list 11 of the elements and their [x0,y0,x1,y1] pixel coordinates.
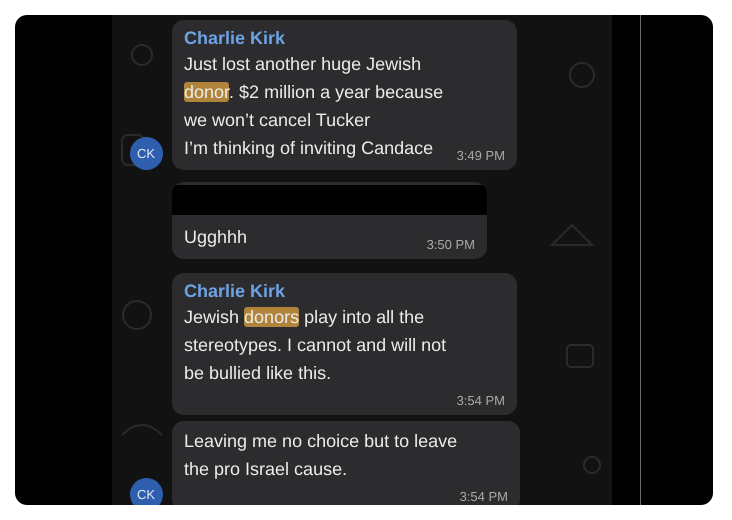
message-text: Jewish donors play into all the stereotypes. I cannot and will not be bullied like this. [184,306,446,385]
message-time: 3:49 PM [456,147,505,165]
sender-name: Charlie Kirk [184,280,286,303]
message-text: Leaving me no choice but to leave the pro Israel cause. [184,430,458,481]
message-time: 3:50 PM [426,236,475,254]
avatar[interactable]: CK [130,478,162,505]
message-time: 3:54 PM [456,392,505,410]
message-time: 3:54 PM [458,488,508,505]
sender-name: Charlie Kirk [184,27,286,50]
avatar[interactable]: CK [130,137,162,170]
message-text: Ugghhh [184,226,248,249]
